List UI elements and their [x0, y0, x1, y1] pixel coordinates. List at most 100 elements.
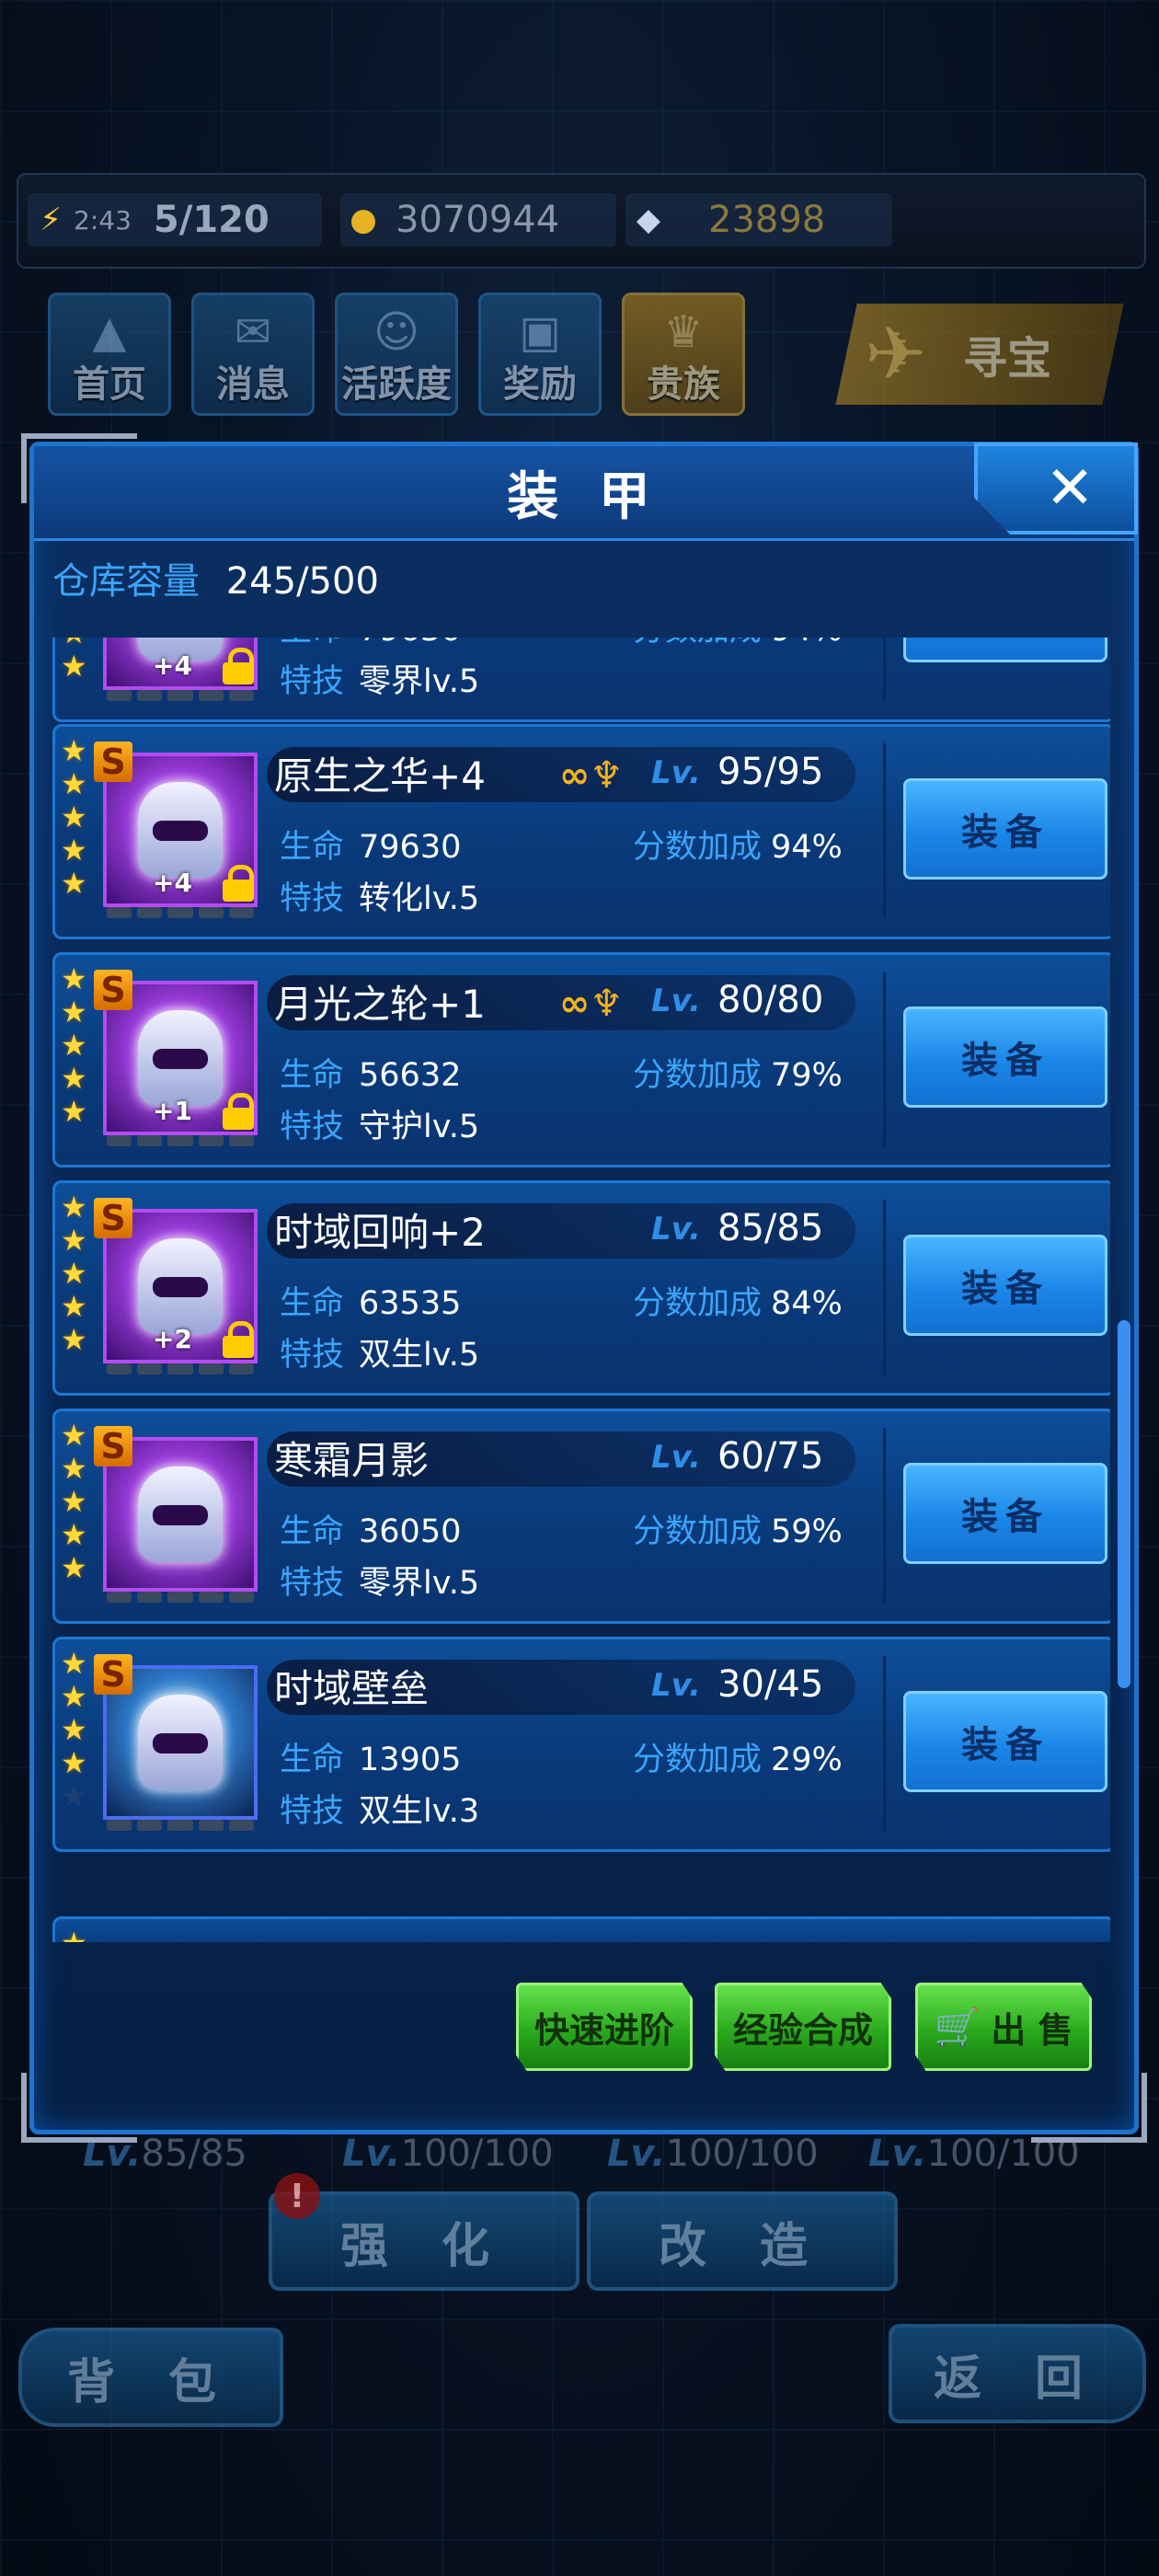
bonus-value: 59%: [771, 1513, 843, 1550]
lock-icon[interactable]: [223, 865, 254, 902]
s-rank-badge: S: [94, 1426, 132, 1466]
treasure-label: 寻宝: [962, 333, 1051, 385]
lock-icon[interactable]: [223, 648, 254, 684]
bonus-row: 分数加成 79%: [633, 1057, 843, 1094]
lightning-icon: ⚡: [40, 201, 62, 238]
s-rank-badge: S: [94, 1198, 132, 1238]
upgrade-pips: [107, 1135, 255, 1146]
backpack-button[interactable]: 背 包: [18, 2328, 283, 2427]
armor-name: 月光之轮+1: [274, 982, 486, 1027]
star-icon: ★: [61, 1028, 87, 1063]
equip-button[interactable]: 装备: [903, 778, 1107, 880]
nav-home[interactable]: ▲ 首页: [48, 293, 171, 416]
armor-panel: 装 甲 ✕ 仓库容量 245/500 ★★★★★+4SLv.生命79630分数加…: [21, 433, 1147, 2143]
star-icon: ★: [61, 1223, 87, 1258]
list-item[interactable]: ★ ★ ★ ★ ★ +4 S 原生之华+4 ∞♆ Lv. 95/95 生命 79630 分数加成 94% 特技…: [52, 724, 1110, 939]
star-icon: ★: [61, 1289, 87, 1324]
skill-row: 特技 双生lv.3: [280, 1793, 480, 1830]
gold-display[interactable]: ● 3070944: [340, 193, 616, 247]
coin-icon: ●: [350, 201, 377, 238]
modify-button[interactable]: 改 造: [587, 2191, 898, 2291]
star-icon: ★: [61, 1256, 87, 1291]
upgrade-pips: [107, 690, 255, 701]
divider: [883, 1656, 886, 1831]
exp-merge-button[interactable]: 经验合成: [715, 1983, 891, 2071]
treasure-button[interactable]: ✈ 寻宝: [835, 304, 1124, 405]
visor-shape: [153, 1049, 208, 1069]
slot-level-2: Lv.100/100: [342, 2133, 554, 2175]
list-item[interactable]: ★ ★ ★ ★ ★ S 寒霜月影 Lv. 60/75 生命 36050 分数加成 59% 特技 零界lv.5…: [52, 1409, 1110, 1624]
close-button[interactable]: ✕: [974, 443, 1138, 535]
back-button[interactable]: 返 回: [889, 2324, 1146, 2423]
armor-level: 30/45: [717, 1663, 824, 1706]
visor-shape: [153, 1733, 208, 1754]
star-icon: ★: [61, 1550, 87, 1585]
upgrade-pips: [107, 1820, 255, 1831]
energy-display[interactable]: ⚡ 2:43 5/120: [28, 193, 322, 247]
gold-value: 3070944: [396, 199, 560, 241]
star-icon: ★: [61, 1778, 87, 1813]
nav-messages[interactable]: ✉ 消息: [191, 293, 315, 416]
energy-timer: 2:43: [74, 204, 132, 236]
hp-value: 79630: [359, 829, 462, 866]
list-scrollbar[interactable]: [1118, 1320, 1130, 1688]
star-icon: ★: [61, 1926, 98, 1942]
enhance-level: +4: [153, 650, 192, 681]
bonus-value: 94%: [771, 638, 843, 649]
hp-value: 79630: [359, 638, 461, 649]
armor-level: 60/75: [717, 1435, 824, 1478]
quick-advance-button[interactable]: 快速进阶: [516, 1983, 693, 2071]
alert-badge: !: [274, 2173, 320, 2219]
cart-icon: 🛒: [934, 2006, 981, 2049]
storage-capacity: 仓库容量 245/500: [52, 551, 379, 604]
star-icon: ★: [61, 1484, 87, 1519]
equip-button[interactable]: 装备: [903, 1006, 1107, 1108]
list-item[interactable]: ★ ★ ★ ★ ★ S 时域壁垒 Lv. 30/45 生命 13905 分数加成 29% 特技 双生lv.3…: [52, 1637, 1110, 1852]
hp-row: 生命79630: [280, 638, 461, 650]
crystal-icon: ◆: [636, 201, 661, 238]
skill-value: 双生lv.3: [359, 1793, 480, 1830]
armor-name: 时域壁垒: [274, 1666, 430, 1711]
hp-value: 63535: [359, 1285, 462, 1322]
divider: [883, 1200, 886, 1374]
equip-button[interactable]: 装备: [903, 638, 1107, 662]
divider: [883, 743, 886, 918]
bonus-row: 分数加成 29%: [633, 1742, 843, 1778]
enhance-level: +4: [153, 868, 192, 898]
upgrade-pips: [107, 1363, 255, 1374]
skill-value: 零界lv.5: [359, 663, 480, 700]
crystal-display[interactable]: ◆ 23898: [625, 193, 892, 247]
nav-rewards[interactable]: ▣ 奖励: [478, 293, 602, 416]
star-icon: ★: [61, 1418, 87, 1453]
bonus-value: 29%: [771, 1742, 843, 1778]
divider: [883, 972, 886, 1146]
panel-header: 装 甲: [34, 446, 1134, 541]
list-item[interactable]: ★★★★★+4SLv.生命79630分数加成94%特技零界lv.5装备: [52, 638, 1110, 722]
skill-row: 特技 零界lv.5: [280, 663, 480, 700]
nav-noble[interactable]: ♛ 贵族: [622, 293, 745, 416]
sell-button[interactable]: 🛒 出 售: [915, 1983, 1092, 2071]
level-prefix: Lv.: [651, 983, 701, 1019]
star-rating: ★★★★★: [61, 1419, 98, 1584]
skill-row: 特技 零界lv.5: [280, 1565, 480, 1602]
hp-row: 生命 13905: [280, 1742, 462, 1778]
energy-value: 5/120: [153, 199, 270, 241]
equip-button[interactable]: 装备: [903, 1235, 1107, 1336]
nav-activity[interactable]: ☺ 活跃度: [335, 293, 458, 416]
lock-icon[interactable]: [223, 1093, 254, 1130]
equip-button[interactable]: 装备: [903, 1463, 1107, 1564]
list-item[interactable]: ★ ★ ★ ★ ★ +2 S 时域回响+2 Lv. 85/85 生命 63535 分数加成 84% 特技 双生…: [52, 1180, 1110, 1396]
lock-icon[interactable]: [223, 1321, 254, 1358]
armor-list[interactable]: ★★★★★+4SLv.生命79630分数加成94%特技零界lv.5装备★★★★★…: [52, 638, 1110, 1942]
divider: [883, 638, 886, 701]
star-icon: ★: [61, 799, 87, 834]
star-rating: ★★★★★: [61, 734, 98, 900]
star-icon: ★: [61, 866, 87, 901]
gift-icon: ▣: [519, 306, 561, 358]
hp-value: 56632: [359, 1057, 462, 1094]
bonus-value: 79%: [771, 1057, 843, 1094]
skill-value: 零界lv.5: [359, 1565, 480, 1602]
visor-shape: [153, 1277, 208, 1297]
list-item[interactable]: ★ ★ ★ ★ ★ +1 S 月光之轮+1 ∞♆ Lv. 80/80 生命 56632 分数加成 79% 特技…: [52, 952, 1110, 1167]
equip-button[interactable]: 装备: [903, 1691, 1107, 1792]
